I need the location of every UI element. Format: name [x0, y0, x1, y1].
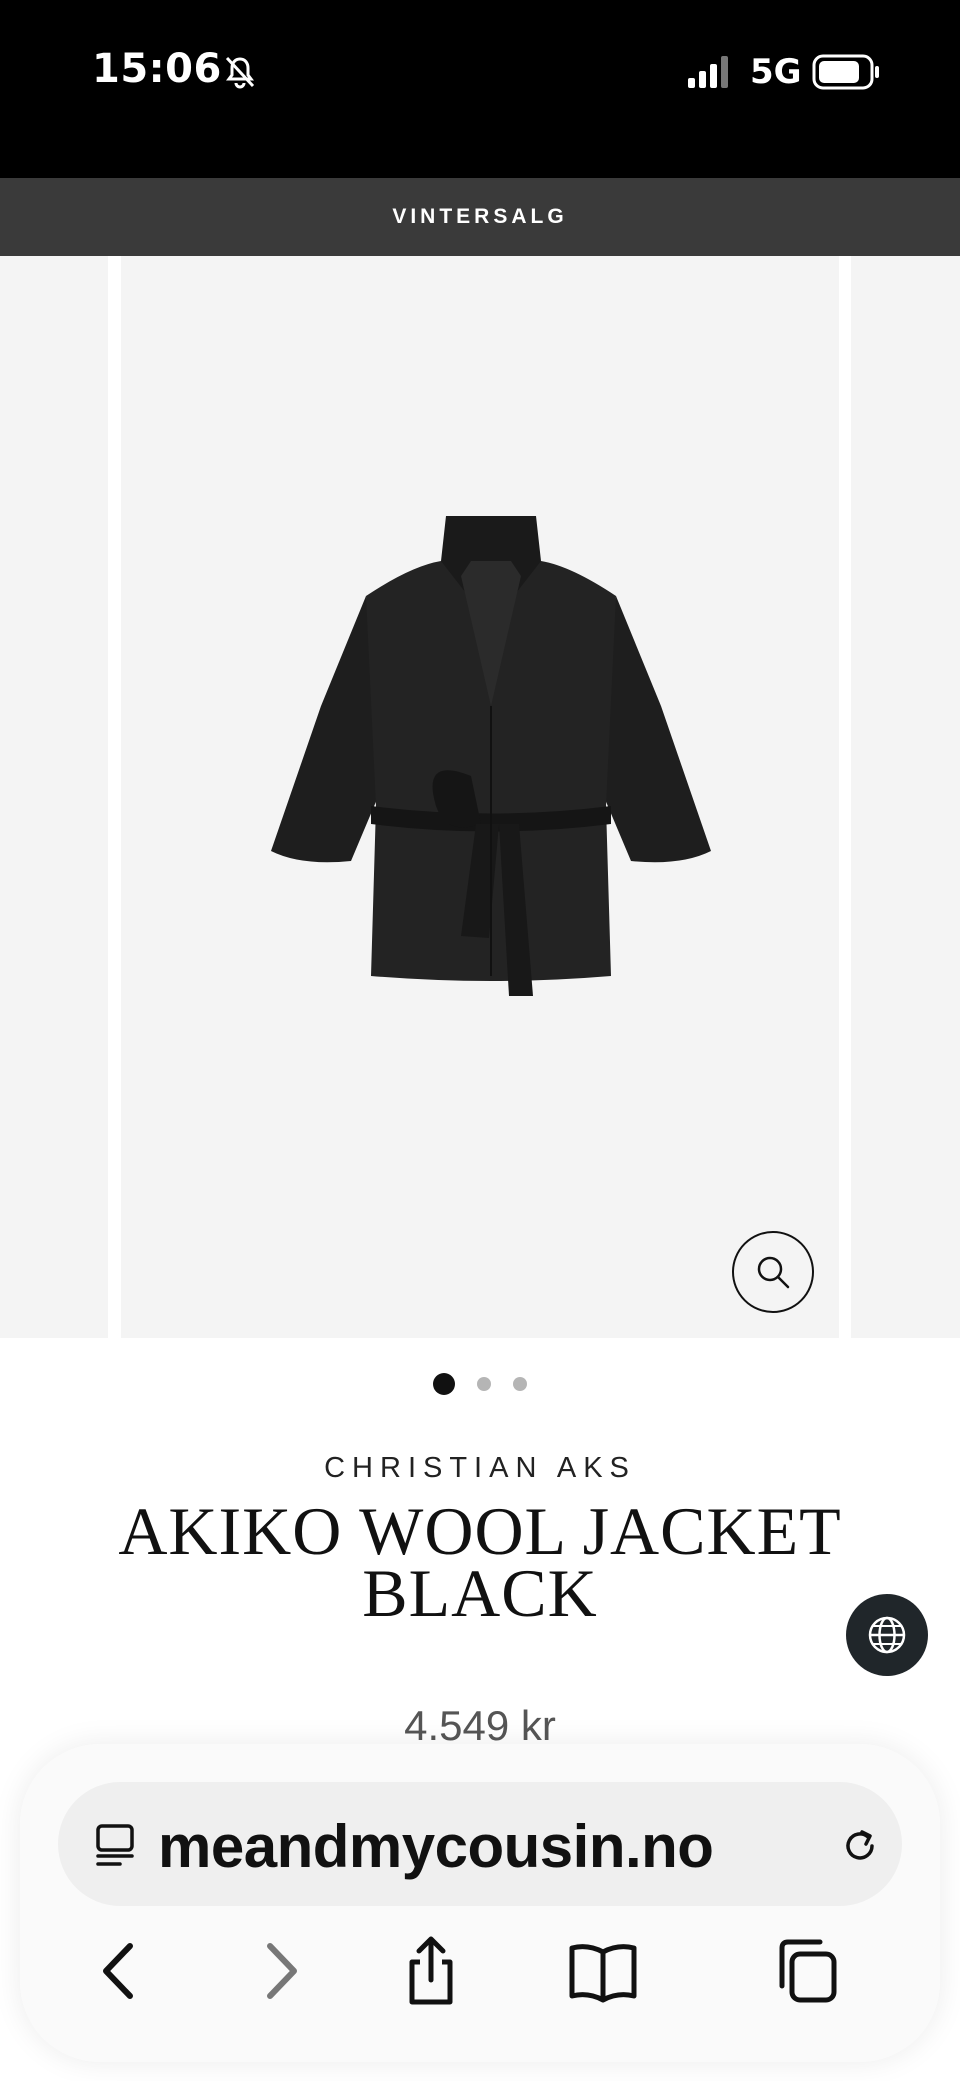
- forward-button[interactable]: [242, 1934, 316, 2008]
- bell-slash-icon: [225, 56, 255, 89]
- product-brand[interactable]: CHRISTIAN AKS: [0, 1452, 960, 1485]
- share-button[interactable]: [394, 1934, 468, 2008]
- language-button[interactable]: [846, 1594, 928, 1676]
- address-bar[interactable]: meandmycousin.no: [58, 1782, 902, 1906]
- gallery-slide-next[interactable]: [851, 256, 960, 1338]
- search-icon: [757, 1256, 790, 1289]
- status-bar: 15:06 5G: [0, 0, 960, 178]
- signal-icon: [688, 56, 728, 88]
- product-title: AKIKO WOOL JACKET BLACK: [118, 1493, 842, 1631]
- globe-icon: [868, 1616, 906, 1654]
- battery-icon: [812, 54, 879, 90]
- jacket-image: [271, 516, 711, 996]
- tabs-button[interactable]: [768, 1934, 842, 2008]
- zoom-button[interactable]: [732, 1231, 814, 1313]
- reader-icon[interactable]: [92, 1822, 138, 1868]
- url-text[interactable]: meandmycousin.no: [158, 1812, 714, 1881]
- product-price: 4.549 kr: [404, 1702, 556, 1749]
- pagination-dot[interactable]: [513, 1377, 527, 1391]
- gallery-pagination: [0, 1372, 960, 1396]
- gallery-slide-previous[interactable]: [0, 256, 108, 1338]
- bookmarks-button[interactable]: [566, 1934, 640, 2008]
- pagination-dot[interactable]: [477, 1377, 491, 1391]
- promo-banner-text: VINTERSALG: [392, 205, 568, 228]
- product-gallery[interactable]: [0, 256, 960, 1338]
- reload-icon[interactable]: [838, 1824, 882, 1868]
- back-icon: [103, 1943, 133, 1999]
- network-type: 5G: [750, 52, 802, 92]
- bookmarks-icon: [569, 1944, 637, 2003]
- pagination-dot-active[interactable]: [433, 1373, 455, 1395]
- gallery-slide-current[interactable]: [121, 256, 839, 1338]
- status-time: 15:06: [92, 46, 222, 92]
- share-icon: [409, 1936, 453, 2005]
- browser-toolbar: meandmycousin.no: [20, 1744, 940, 2062]
- back-button[interactable]: [84, 1934, 158, 2008]
- tabs-icon: [779, 1939, 837, 2003]
- promo-banner[interactable]: VINTERSALG: [0, 178, 960, 256]
- forward-icon: [267, 1943, 297, 1999]
